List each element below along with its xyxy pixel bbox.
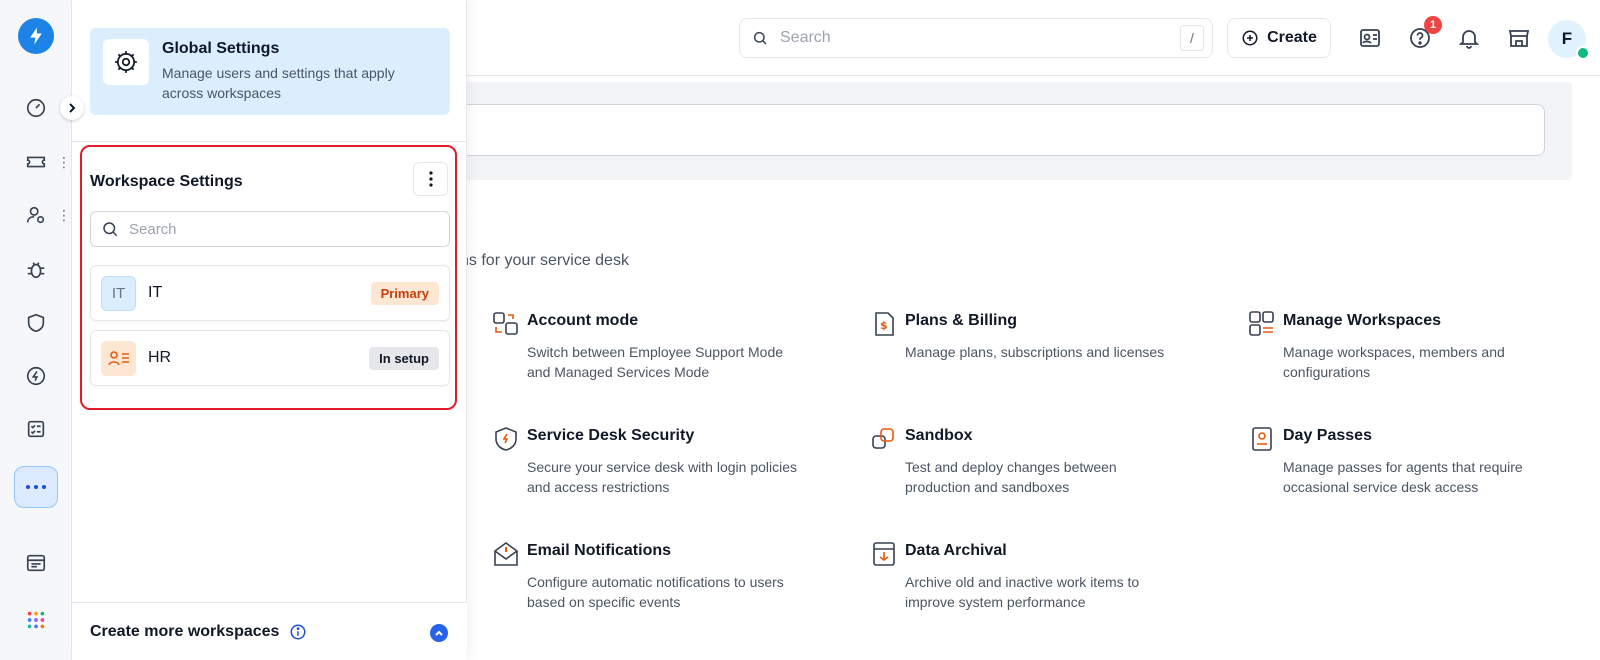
settings-panel: Global Settings Manage users and setting…: [72, 0, 467, 660]
global-settings-card[interactable]: Global Settings Manage users and setting…: [90, 28, 450, 115]
avatar-initial: F: [1561, 29, 1573, 48]
create-button[interactable]: Create: [1227, 18, 1331, 58]
hr-contact-card-icon: [101, 340, 136, 376]
banner-input[interactable]: [457, 104, 1545, 156]
contact-card-icon[interactable]: [1354, 22, 1386, 54]
collapse-chevron-up-icon[interactable]: [430, 624, 448, 642]
app-logo-icon[interactable]: [18, 18, 54, 54]
card-description: Switch between Employee Support Mode and…: [527, 344, 784, 380]
changes-icon[interactable]: [20, 360, 52, 392]
security-shield-icon[interactable]: [20, 307, 52, 339]
card-title: Service Desk Security: [527, 427, 695, 444]
create-more-workspaces-label: Create more workspaces: [90, 623, 280, 640]
reports-icon[interactable]: [20, 547, 52, 579]
shield-icon: [495, 427, 517, 451]
app-grid-icon[interactable]: [20, 604, 52, 636]
global-settings-description: Manage users and settings that apply acr…: [162, 65, 395, 101]
workspace-search-input[interactable]: Search: [90, 211, 450, 247]
email-icon: [494, 542, 518, 566]
workspace-item-hr[interactable]: HR In setup: [90, 330, 450, 386]
workspaces-icon: [1249, 311, 1274, 336]
gear-icon: [103, 39, 149, 85]
card-title: Sandbox: [905, 427, 973, 444]
card-title: Email Notifications: [527, 542, 672, 559]
divider: [72, 141, 467, 142]
svg-text:$: $: [880, 319, 888, 332]
card-description: Archive old and inactive work items to i…: [905, 574, 1140, 610]
day-pass-icon: [1252, 427, 1272, 451]
workspace-name: HR: [148, 349, 172, 366]
account-mode-icon: [493, 312, 518, 335]
online-status-dot: [1576, 46, 1590, 60]
card-description: Manage passes for agents that require oc…: [1283, 459, 1523, 495]
contacts-icon[interactable]: [20, 199, 52, 231]
card-title: Plans & Billing: [905, 312, 1018, 329]
card-description: Manage plans, subscriptions and licenses: [905, 344, 1165, 360]
dashboard-icon[interactable]: [20, 92, 52, 124]
primary-tag: Primary: [370, 281, 439, 305]
archive-icon: [873, 542, 895, 566]
bug-icon[interactable]: [20, 254, 52, 286]
workspace-options-kebab-icon[interactable]: [413, 162, 448, 196]
tasks-checklist-icon[interactable]: [20, 413, 52, 445]
tickets-icon[interactable]: [20, 146, 52, 178]
card-description: Configure automatic notifications to use…: [527, 574, 784, 610]
plus-circle-icon: [1242, 30, 1258, 46]
card-title: Manage Workspaces: [1283, 312, 1441, 329]
global-settings-title: Global Settings: [162, 40, 280, 57]
user-avatar[interactable]: F: [1548, 20, 1590, 60]
card-description: Secure your service desk with login poli…: [527, 459, 798, 495]
card-title: Data Archival: [905, 542, 1007, 559]
more-apps-icon[interactable]: [14, 466, 58, 508]
create-label: Create: [1267, 29, 1317, 46]
info-icon[interactable]: [289, 623, 307, 641]
marketplace-store-icon[interactable]: [1503, 22, 1535, 54]
expand-nav-chevron-icon[interactable]: [60, 96, 84, 120]
it-workspace-icon: IT: [101, 275, 136, 311]
contacts-more-icon[interactable]: ⋮: [57, 205, 71, 225]
search-shortcut-key: /: [1180, 25, 1204, 51]
search-placeholder: Search: [780, 29, 831, 46]
create-more-workspaces-footer[interactable]: Create more workspaces: [72, 602, 467, 660]
main-banner: [457, 82, 1572, 180]
tickets-more-icon[interactable]: ⋮: [57, 152, 71, 172]
workspace-search-placeholder: Search: [129, 220, 177, 238]
card-description: Test and deploy changes between producti…: [905, 459, 1117, 495]
bell-icon[interactable]: [1453, 22, 1485, 54]
card-title: Day Passes: [1283, 427, 1372, 444]
in-setup-tag: In setup: [369, 346, 439, 370]
global-search-input[interactable]: Search /: [739, 18, 1213, 58]
card-description: Manage workspaces, members and configura…: [1283, 344, 1505, 380]
search-icon: [753, 31, 767, 45]
left-nav-rail: ⋮ ⋮: [0, 0, 72, 660]
card-title: Account mode: [527, 312, 639, 329]
sandbox-icon: [872, 428, 894, 449]
workspace-settings-title: Workspace Settings: [90, 173, 243, 190]
workspace-name: IT: [148, 284, 163, 301]
page-subtitle: ns for your service desk: [460, 252, 629, 269]
search-icon: [103, 222, 118, 237]
workspace-item-it[interactable]: IT IT Primary: [90, 265, 450, 321]
help-notification-badge: 1: [1424, 16, 1442, 34]
billing-icon: $: [875, 312, 894, 336]
